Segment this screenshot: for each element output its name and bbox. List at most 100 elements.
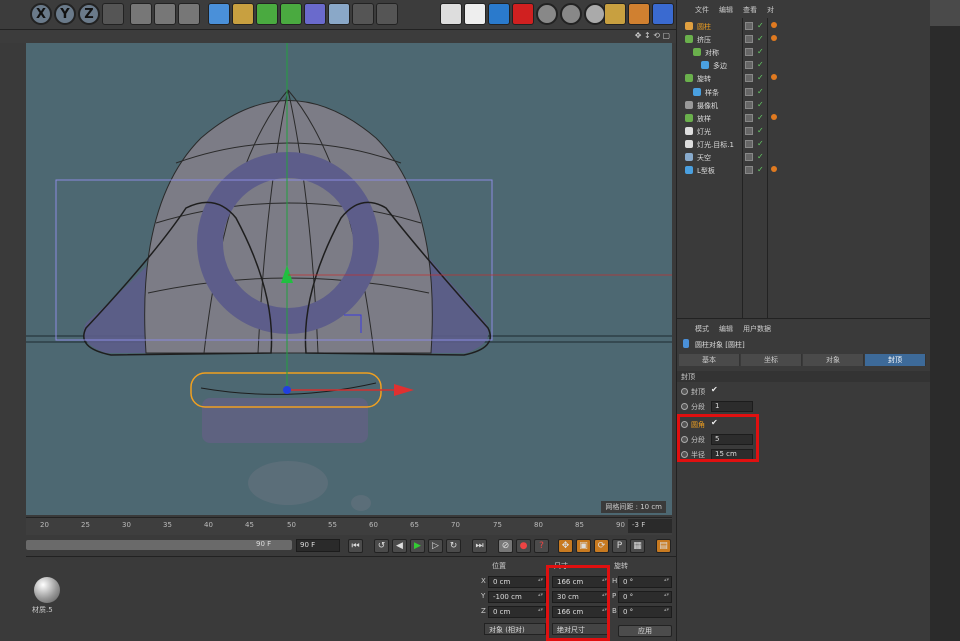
object-name[interactable]: 对称 [705,48,719,58]
object-row[interactable]: L型板 ✓ [677,164,931,177]
object-name[interactable]: 天空 [697,153,711,163]
menu-user-data[interactable]: 用户数据 [743,324,771,334]
rotate-key-icon[interactable]: ⟳ [594,539,609,553]
rotation-h-field[interactable]: 0 ° [618,576,672,588]
cloner-icon[interactable] [280,3,302,25]
prev-key-icon[interactable]: ↺ [374,539,389,553]
end-frame-field[interactable]: 90 F [296,539,340,552]
object-name[interactable]: 样条 [705,88,719,98]
light-bulb-icon[interactable] [376,3,398,25]
object-row[interactable]: 对称 ✓ [677,46,931,59]
object-name[interactable]: 圆柱 [697,22,711,32]
enable-check-icon[interactable]: ✓ [757,113,764,122]
current-frame-field[interactable]: -3 F [628,519,672,533]
key-help-icon[interactable]: ? [534,539,549,553]
visibility-toggle-icon[interactable] [745,35,753,44]
sphere-material-icon[interactable] [536,3,558,25]
position-x-field[interactable]: 0 cm [488,576,546,588]
material-tag-icon[interactable] [771,74,777,81]
sphere-shading-icon[interactable] [560,3,582,25]
object-name[interactable]: 放样 [697,114,711,124]
move-key-icon[interactable]: ✥ [558,539,573,553]
render-picture-viewer-icon[interactable] [154,3,176,25]
enable-check-icon[interactable]: ✓ [757,126,764,135]
tab-object[interactable]: 对象 [803,354,864,366]
y-axis-lock-button[interactable]: Y [54,3,76,25]
visibility-toggle-icon[interactable] [745,153,753,161]
segments-anim-radio[interactable] [681,403,688,410]
step-back-icon[interactable]: ◀ [392,539,407,553]
material-tag-icon[interactable] [771,166,777,173]
coord-mode-dropdown[interactable]: 对象 (相对) [484,623,546,635]
visibility-toggle-icon[interactable] [745,166,753,175]
enable-check-icon[interactable]: ✓ [757,87,764,96]
deformer-icon[interactable] [304,3,326,25]
render-settings-icon[interactable] [178,3,200,25]
object-name[interactable]: 多边 [713,61,727,71]
scale-key-icon[interactable]: ▣ [576,539,591,553]
next-key-icon[interactable]: ↻ [446,539,461,553]
snap-icon[interactable] [464,3,486,25]
material-tag-icon[interactable] [771,113,777,120]
tab-caps[interactable]: 封顶 [865,354,926,366]
3d-viewport[interactable]: 网格间距 : 10 cm [26,43,672,515]
play-icon[interactable]: ▶ [410,539,425,553]
enable-check-icon[interactable]: ✓ [757,34,764,43]
menu-edit[interactable]: 编辑 [719,324,733,334]
rotation-b-field[interactable]: 0 ° [618,606,672,618]
menu-edit[interactable]: 编辑 [719,5,733,15]
cube-primitive-icon[interactable] [208,3,230,25]
keyframe-record-icon[interactable]: ⊘ [498,539,513,553]
goto-end-icon[interactable]: ⏭ [472,539,487,553]
visibility-toggle-icon[interactable] [745,74,753,83]
enable-check-icon[interactable]: ✓ [757,73,764,82]
material-preview-sphere[interactable] [34,577,60,603]
pen-spline-icon[interactable] [232,3,254,25]
object-name[interactable]: 灯光 [697,127,711,137]
param-key-icon[interactable]: P [612,539,627,553]
film-strip-icon[interactable]: ▤ [656,539,671,553]
visibility-toggle-icon[interactable] [745,126,753,135]
enable-check-icon[interactable]: ✓ [757,152,764,161]
visibility-toggle-icon[interactable] [745,22,753,30]
timeline-scrubber[interactable] [26,540,292,550]
caps-anim-radio[interactable] [681,388,688,395]
viewport-nav-icon[interactable]: ✥ ↕ ⟲ ▢ [635,31,670,40]
pla-key-icon[interactable]: ▦ [630,539,645,553]
visibility-toggle-icon[interactable] [745,139,753,148]
material-tag-icon[interactable] [771,35,777,42]
scale-tool-icon[interactable] [628,3,650,25]
enable-check-icon[interactable]: ✓ [757,47,764,56]
tab-basic[interactable]: 基本 [679,354,740,366]
menu-mode[interactable]: 模式 [695,324,709,334]
object-row[interactable]: 灯光.目标.1 ✓ [677,138,931,151]
visibility-toggle-icon[interactable] [745,48,753,57]
enable-check-icon[interactable]: ✓ [757,21,764,30]
record-icon[interactable] [512,3,534,25]
camera-icon[interactable] [352,3,374,25]
rotation-p-field[interactable]: 0 ° [618,591,672,603]
object-row[interactable]: 多边 ✓ [677,59,931,72]
tab-coordinates[interactable]: 坐标 [741,354,802,366]
workplane-icon[interactable] [488,3,510,25]
render-view-icon[interactable] [130,3,152,25]
axis-tool-icon[interactable] [604,3,626,25]
timeline-ruler[interactable]: 20 25 30 35 40 45 50 55 60 65 70 75 80 8… [26,517,672,535]
enable-check-icon[interactable]: ✓ [757,139,764,148]
subdivision-surface-icon[interactable] [256,3,278,25]
enable-check-icon[interactable]: ✓ [757,165,764,174]
object-row[interactable]: 放样 ✓ [677,112,931,125]
menu-file[interactable]: 文件 [695,5,709,15]
enable-check-icon[interactable]: ✓ [757,60,764,69]
floor-scene-icon[interactable] [328,3,350,25]
object-row[interactable]: 挤压 ✓ [677,33,931,46]
move-down-icon[interactable] [652,3,674,25]
display-mode-icon[interactable] [440,3,462,25]
object-name[interactable]: 摄像机 [697,101,718,111]
position-y-field[interactable]: -100 cm [488,591,546,603]
object-name[interactable]: 灯光.目标.1 [697,140,734,150]
caps-checkbox[interactable]: ✔ [711,385,718,394]
visibility-toggle-icon[interactable] [745,100,753,109]
goto-start-icon[interactable]: ⏮ [348,539,363,553]
object-row[interactable]: 摄像机 ✓ [677,99,931,112]
